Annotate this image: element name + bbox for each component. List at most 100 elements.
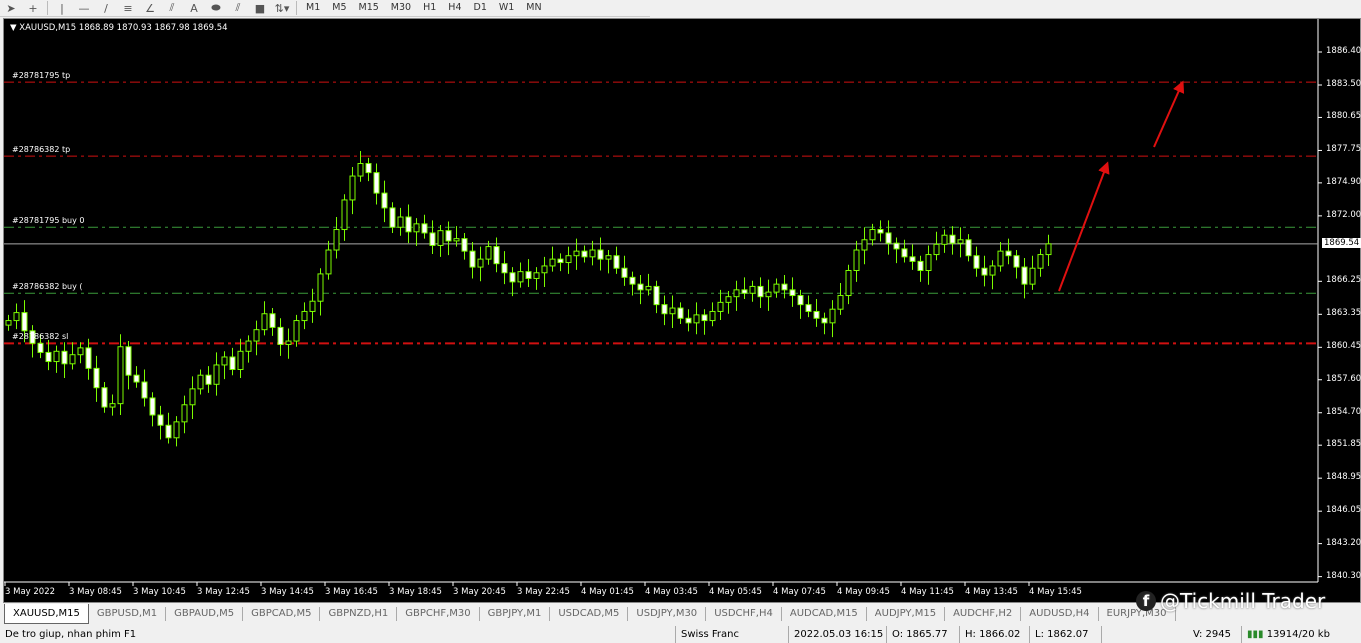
chart-tab[interactable]: GBPJPY,M1	[480, 606, 551, 621]
candle-body	[173, 421, 180, 439]
fibonacci-icon[interactable]: ≡	[117, 0, 139, 16]
cursor-icon[interactable]: ➤	[0, 0, 22, 16]
candle-body	[149, 397, 156, 416]
candle-body	[789, 289, 796, 297]
candle-body	[781, 283, 788, 291]
candle-body	[933, 243, 940, 256]
crosshair-icon[interactable]: +	[22, 0, 44, 16]
chart-tab[interactable]: GBPAUD,M5	[166, 606, 244, 621]
order-label[interactable]: #28781795 buy 0	[12, 216, 84, 225]
y-tick-label: 1886.40	[1326, 46, 1361, 56]
traffic-text: 13914/20 kb	[1266, 629, 1330, 640]
chart-tab[interactable]: GBPUSD,M1	[89, 606, 167, 621]
timeframe-m5[interactable]: M5	[326, 0, 352, 16]
candle-body	[509, 272, 516, 283]
timeframe-d1[interactable]: D1	[468, 0, 493, 16]
y-tick-label: 1863.35	[1326, 308, 1361, 319]
y-tick-label: 1846.05	[1326, 505, 1361, 516]
candle-body	[109, 403, 116, 408]
status-traffic: ▮▮▮ 13914/20 kb	[1241, 626, 1361, 643]
candle-body	[413, 223, 420, 233]
candle-body	[85, 347, 92, 369]
candle-body	[341, 199, 348, 231]
chart-tab[interactable]: USDCHF,H4	[706, 606, 782, 621]
order-label[interactable]: #28781795 tp	[12, 71, 70, 80]
candle-body	[293, 320, 300, 342]
y-tick-label: 1851.85	[1326, 439, 1361, 450]
candle-body	[917, 260, 924, 271]
angle-icon[interactable]: ∠	[139, 0, 161, 16]
candle-body	[909, 256, 916, 262]
x-tick-label: 4 May 15:45	[1029, 587, 1082, 597]
facebook-icon: f	[1136, 591, 1156, 611]
candle-body	[357, 163, 364, 177]
vertical-line-icon[interactable]: |	[51, 0, 73, 16]
chart-tab[interactable]: AUDCAD,M15	[782, 606, 867, 621]
ohlc-header: XAUUSD,M15 1868.89 1870.93 1867.98 1869.…	[19, 23, 228, 33]
candle-body	[661, 304, 668, 315]
candle-body	[197, 374, 204, 390]
y-tick-label: 1840.30	[1326, 570, 1361, 581]
candle-body	[309, 300, 316, 312]
candle-body	[437, 230, 444, 246]
candle-body	[597, 249, 604, 260]
chart-tab[interactable]: USDJPY,M30	[628, 606, 707, 621]
chart-tab[interactable]: GBPCHF,M30	[397, 606, 480, 621]
order-label[interactable]: #28786382 sl	[12, 332, 68, 341]
chart-tab[interactable]: USDCAD,M5	[550, 606, 629, 621]
chart-tab[interactable]: XAUUSD,M15	[4, 603, 89, 624]
order-label[interactable]: #28786382 buy (	[12, 282, 83, 291]
price-chart[interactable]: ▼ XAUUSD,M15 1868.89 1870.93 1867.98 186…	[3, 18, 1361, 603]
candle-body	[741, 289, 748, 294]
candle-body	[973, 255, 980, 269]
candle-body	[613, 255, 620, 269]
chart-tab[interactable]: AUDUSD,H4	[1021, 606, 1099, 621]
candle-body	[141, 381, 148, 399]
status-high: H: 1866.02	[959, 626, 1029, 643]
chart-tab[interactable]: GBPNZD,H1	[320, 606, 398, 621]
candle-body	[893, 242, 900, 250]
order-label[interactable]: #28786382 tp	[12, 145, 70, 154]
chart-tab[interactable]: AUDCHF,H2	[945, 606, 1022, 621]
channel-icon[interactable]: ⫽	[227, 0, 249, 16]
candle-body	[333, 229, 340, 251]
candle-body	[941, 234, 948, 245]
candle-body	[237, 350, 244, 371]
fibo-expansion-icon[interactable]: ⫽	[161, 0, 183, 16]
candle-body	[517, 271, 524, 283]
timeframe-m1[interactable]: M1	[300, 0, 326, 16]
chart-tab[interactable]: GBPCAD,M5	[243, 606, 321, 621]
candle-body	[389, 207, 396, 228]
arrows-dropdown-icon[interactable]: ⇅▾	[271, 0, 293, 16]
horizontal-line-icon[interactable]: —	[73, 0, 95, 16]
timeframe-h4[interactable]: H4	[442, 0, 467, 16]
timeframe-w1[interactable]: W1	[493, 0, 520, 16]
text-icon[interactable]: A	[183, 0, 205, 16]
timeframe-mn[interactable]: MN	[520, 0, 547, 16]
candle-body	[733, 289, 740, 298]
x-tick-label: 4 May 03:45	[645, 587, 698, 597]
timeframe-m15[interactable]: M15	[353, 0, 385, 16]
candle-body	[365, 163, 372, 174]
chart-symbol-header: ▼ XAUUSD,M15 1868.89 1870.93 1867.98 186…	[10, 23, 228, 33]
candle-body	[557, 258, 564, 264]
timeframe-h1[interactable]: H1	[417, 0, 442, 16]
candle-body	[1013, 255, 1020, 268]
candle-body	[261, 313, 268, 331]
candle-body	[421, 223, 428, 234]
chart-tab[interactable]: AUDJPY,M15	[867, 606, 946, 621]
timeframe-m30[interactable]: M30	[385, 0, 417, 16]
y-tick-label: 1872.00	[1326, 209, 1361, 220]
candle-body	[821, 317, 828, 324]
candle-body	[469, 250, 476, 268]
ellipse-icon[interactable]: ⬬	[205, 0, 227, 16]
candle-body	[301, 310, 308, 322]
rectangle-icon[interactable]: ■	[249, 0, 271, 16]
candle-body	[1005, 250, 1012, 257]
candle-body	[205, 374, 212, 385]
toolbar-separator	[296, 1, 297, 15]
candle-body	[901, 248, 908, 258]
trendline-icon[interactable]: /	[95, 0, 117, 16]
candle-body	[493, 246, 500, 265]
candle-body	[861, 239, 868, 251]
